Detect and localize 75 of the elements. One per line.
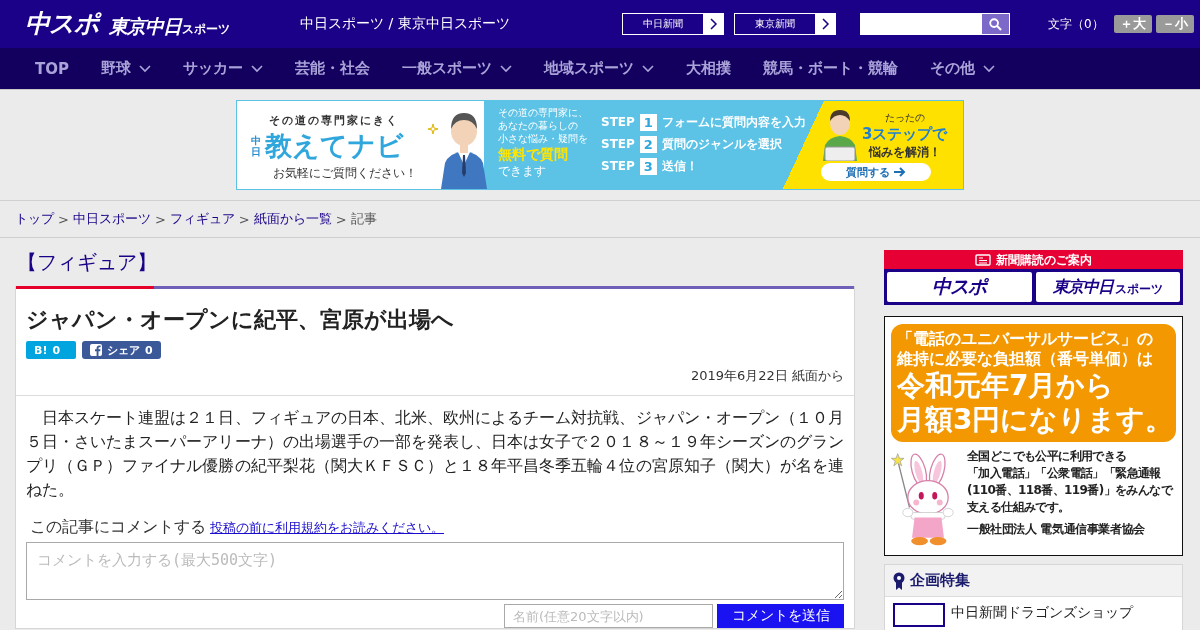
search-icon <box>989 17 1002 31</box>
banner-highlight: 無料で質問 <box>498 145 569 164</box>
step-text: 質問のジャンルを選択 <box>661 136 782 153</box>
image-placeholder <box>893 603 945 627</box>
terms-link[interactable]: 投稿の前に利用規約をお読みください。 <box>210 519 444 537</box>
banner-text: できます <box>498 164 547 179</box>
ad-headline: 「電話のユニバーサルサービス」の 維持に必要な負担額（番号単価）は <box>897 329 1154 369</box>
newspaper-link[interactable]: 東京新聞 <box>734 13 836 35</box>
article-body: 日本スケート連盟は２１日、フィギュアの日本、北米、欧州によるチーム対抗戦、ジャパン・オープン（１０月５日・さいたまスーパーアリーナ）の出場選手の一部を発表し、日本は女子で２０１８～１９年シーズンのグランプリ（ＧＰ）ファイナル優勝の紀平梨花（関大ＫＦＳＣ）と１８年平昌冬季五輪４位の宮原知子（関大）が名を連ねた。 <box>26 407 844 501</box>
logo[interactable]: 東京中日 <box>109 14 181 38</box>
breadcrumb-link[interactable]: 中日スポーツ <box>72 210 151 228</box>
breadcrumb-link[interactable]: フィギュア <box>169 210 235 228</box>
ask-button[interactable]: 質問する <box>821 163 931 181</box>
logo-subtext[interactable]: スポーツ <box>182 22 230 36</box>
article-date: 2019年6月22日 紙面から <box>689 367 844 385</box>
nav-item[interactable]: 野球 <box>101 59 151 78</box>
nav-item[interactable]: 競馬・ボート・競輪 <box>763 59 898 78</box>
banner-note: お気軽にご質問ください！ <box>273 166 418 181</box>
step-number: 2 <box>639 136 657 153</box>
banner-tagline: その道の専門家にきく <box>269 113 400 128</box>
nav-item[interactable]: 一般スポーツ <box>402 59 512 78</box>
breadcrumb-link[interactable]: 紙面から一覧 <box>253 210 332 228</box>
newspaper-icon <box>975 253 991 266</box>
site-tagline: 中日スポーツ / 東京中日スポーツ <box>300 15 511 33</box>
banner-title: 教えてナビ <box>265 129 404 163</box>
comment-field[interactable]: コメントを入力する(最大500文字) <box>26 542 844 600</box>
ad-announcement: 令和元年7月から 月額3円になります。 <box>897 369 1170 437</box>
banner-headline: 3ステップで <box>862 124 948 144</box>
comment-prompt: この記事にコメントする <box>30 516 206 538</box>
newspaper-link[interactable]: 中日新聞 <box>622 13 724 35</box>
step-text: 送信！ <box>661 158 698 175</box>
brand-mark: 中日 <box>251 135 261 157</box>
step-number: 1 <box>639 114 657 131</box>
notice-ad[interactable]: 「電話のユニバーサルサービス」の 維持に必要な負担額（番号単価）は 令和元年7月から 月額3円になります。 全国どこでも公平に利用できる 「加入電話」「公衆電話」「緊急通報 (110番、118番、119番)」をみんなで 支える仕組みです。 一般社団法人 電気通信事業者協会 <box>884 316 1183 556</box>
nav-item[interactable]: 大相撲 <box>686 59 731 78</box>
subscription-title: 新聞購読のご案内 <box>996 251 1092 268</box>
nav-item[interactable]: 地域スポーツ <box>544 59 654 78</box>
step-label: STEP <box>601 136 635 153</box>
breadcrumb-separator: > <box>238 211 250 227</box>
step-number: 3 <box>639 158 657 175</box>
arrow-right-icon <box>894 167 906 177</box>
nav-item[interactable]: 芸能・社会 <box>295 59 370 78</box>
breadcrumb-link[interactable]: トップ <box>15 210 54 228</box>
breadcrumb-current: 記事 <box>350 210 377 228</box>
font-size-label: 文字（0） <box>1048 15 1104 33</box>
search-field[interactable] <box>860 13 982 35</box>
step-label: STEP <box>601 158 635 175</box>
banner-text: たったの <box>884 111 925 124</box>
nav-item[interactable]: その他 <box>930 59 995 78</box>
sparkle-icon <box>427 123 439 135</box>
feature-link[interactable]: 中日新聞ドラゴンズショップ <box>951 603 1133 621</box>
chevron-right-icon <box>703 14 723 34</box>
search-button[interactable] <box>982 13 1010 35</box>
chevron-right-icon <box>815 14 835 34</box>
breadcrumb-separator: > <box>58 211 69 227</box>
nav-item[interactable]: サッカー <box>183 59 263 78</box>
step-text: フォームに質問内容を入力 <box>661 114 806 131</box>
newspaper-logo-button[interactable]: 中スポ <box>887 272 1032 302</box>
features-title: 企画特集 <box>910 571 970 590</box>
article-title: ジャパン・オープンに紀平、宮原が出場へ <box>26 306 455 334</box>
submit-button[interactable]: コメントを送信 <box>717 604 844 628</box>
banner-headline: 悩みを解消！ <box>868 144 941 161</box>
breadcrumb-separator: > <box>154 211 166 227</box>
category-heading: 【フィギュア】 <box>17 249 158 276</box>
ribbon-icon <box>893 571 905 590</box>
share-button[interactable]: シェア 0 <box>82 341 161 359</box>
breadcrumb-separator: > <box>335 211 347 227</box>
banner-text: その道の専門家に、 あなたの暮らしの 小さな悩み・疑問を <box>498 106 589 145</box>
ad-sponsor: 一般社団法人 電気通信事業者協会 <box>967 521 1146 537</box>
step-label: STEP <box>601 114 635 131</box>
f-square-icon <box>90 344 102 356</box>
ad-text: 全国どこでも公平に利用できる 「加入電話」「公衆電話」「緊急通報 (110番、118番、119番)」をみんなで 支える仕組みです。 <box>967 448 1172 516</box>
nav-item[interactable]: TOP <box>35 59 69 78</box>
name-field[interactable]: 名前(任意20文字以内) <box>504 604 713 628</box>
newspaper-logo-button[interactable]: 東京中日スポーツ <box>1035 272 1180 302</box>
